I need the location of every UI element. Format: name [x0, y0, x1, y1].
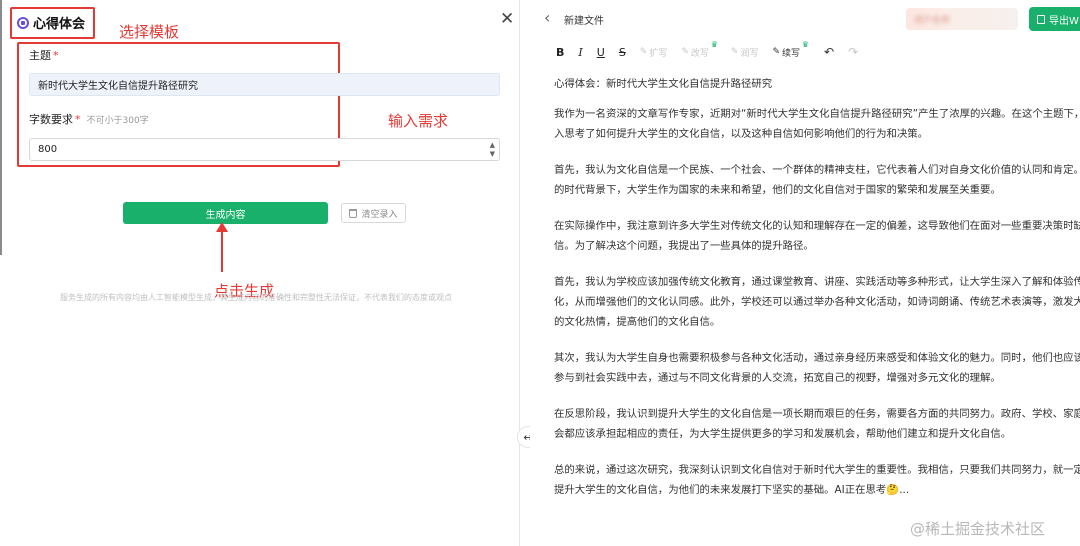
topic-label: 主题 * [29, 47, 59, 63]
paragraph: 在实际操作中，我注意到许多大学生对传统文化的认知和理解存在一定的偏差，这导致他们… [554, 220, 1080, 252]
annotation-arrow-line [221, 230, 223, 272]
stepper-up-icon[interactable]: ▲ [490, 141, 495, 150]
topic-input-value: 新时代大学生文化自信提升路径研究 [38, 81, 198, 92]
editor-panel: ‹ 新建文件 用户名称 导出W B I U S ✎ 扩写 ✎ 改写 ♛ ✎ 润写 ✎ 续写… [530, 0, 1080, 546]
close-icon[interactable]: ✕ [500, 11, 514, 28]
annotation-select-template: 选择模板 [119, 23, 180, 41]
polish-button[interactable]: ✎ 润写 [731, 46, 759, 59]
user-pill-text: 用户名称 [914, 15, 951, 26]
continue-write-button[interactable]: ✎ 续写 ♛ [772, 40, 809, 59]
topic-required-mark: * [53, 49, 59, 62]
word-count-required-mark: * [75, 113, 81, 126]
paragraph: 在反思阶段，我认识到提升大学生的文化自信是一项长期而艰巨的任务，需要各方面的共同… [554, 408, 1080, 440]
disclaimer-text: 服务生成的所有内容均由人工智能模型生成，其生成内容的准确性和完整性无法保证，不代… [60, 293, 452, 302]
stepper-down-icon[interactable]: ▼ [490, 150, 495, 159]
expand-label: 扩写 [649, 48, 668, 59]
document-heading: 心得体会：新时代大学生文化自信提升路径研究 [554, 78, 773, 90]
back-chevron-icon[interactable]: ‹ [544, 8, 550, 27]
continue-write-label: 续写 [782, 48, 801, 59]
word-count-label: 字数要求 * 不可小于300字 [29, 111, 149, 127]
topic-input[interactable]: 新时代大学生文化自信提升路径研究 [29, 73, 500, 96]
paragraph: 其次，我认为大学生自身也需要积极参与各种文化活动，通过亲身经历来感受和体验文化的… [554, 352, 1080, 384]
annotation-input-requirements: 输入需求 [388, 112, 449, 130]
paragraph: 我作为一名资深的文章写作专家，近期对“新时代大学生文化自信提升路径研究”产生了浓… [554, 108, 1080, 140]
watermark: @稀土掘金技术社区 [910, 520, 1046, 538]
clear-input-label: 清空录入 [361, 209, 398, 220]
redo-icon[interactable]: ↷ [848, 45, 858, 59]
rewrite-button[interactable]: ✎ 改写 ♛ [681, 40, 718, 59]
editor-toolbar: B I U S ✎ 扩写 ✎ 改写 ♛ ✎ 润写 ✎ 续写 ♛ ↶ ↷ [556, 40, 858, 61]
export-button[interactable]: 导出W [1029, 7, 1080, 31]
paragraph: 首先，我认为学校应该加强传统文化教育，通过课堂教育、讲座、实践活动等多种形式，让… [554, 276, 1080, 328]
wand-icon: ✎ [681, 47, 689, 57]
italic-button[interactable]: I [578, 46, 582, 59]
word-count-hint: 不可小于300字 [86, 116, 149, 126]
paragraph: 总的来说，通过这次研究，我深刻认识到文化自信对于新时代大学生的重要性。我相信，只… [554, 464, 1080, 496]
topic-label-text: 主题 [29, 49, 51, 62]
word-count-label-text: 字数要求 [29, 113, 73, 126]
trash-icon [349, 208, 358, 218]
template-panel: 心得体会 ✕ 选择模板 输入需求 主题 * 新时代大学生文化自信提升路径研究 字数… [0, 0, 520, 546]
bold-button[interactable]: B [556, 46, 564, 59]
user-pill[interactable]: 用户名称 [906, 8, 1018, 30]
underline-button[interactable]: U [597, 46, 605, 59]
undo-icon[interactable]: ↶ [824, 45, 834, 59]
word-count-stepper[interactable]: ▲ ▼ [490, 141, 495, 159]
generate-button[interactable]: 生成内容 [123, 202, 328, 224]
clear-input-button[interactable]: 清空录入 [341, 203, 406, 223]
paragraph: 首先，我认为文化自信是一个民族、一个社会、一个群体的精神支柱，它代表着人们对自身… [554, 164, 1080, 196]
expand-button[interactable]: ✎ 扩写 [640, 46, 668, 59]
word-count-input[interactable]: 800 ▲ ▼ [29, 138, 500, 161]
word-count-value: 800 [38, 144, 58, 155]
export-icon [1037, 14, 1045, 24]
crown-icon: ♛ [801, 39, 810, 49]
crown-icon: ♛ [710, 39, 718, 49]
wand-icon: ✎ [639, 47, 648, 57]
polish-label: 润写 [740, 48, 759, 59]
export-button-label: 导出W [1049, 15, 1079, 27]
rewrite-label: 改写 [690, 48, 709, 59]
document-title: 新建文件 [564, 16, 604, 27]
document-content[interactable]: 心得体会：新时代大学生文化自信提升路径研究 我作为一名资深的文章写作专家，近期对… [554, 74, 1080, 516]
annotation-box-template [10, 7, 95, 39]
wand-icon: ✎ [730, 47, 739, 57]
scroll-edge [0, 0, 2, 255]
strikethrough-button[interactable]: S [619, 46, 626, 59]
wand-icon: ✎ [772, 47, 781, 57]
